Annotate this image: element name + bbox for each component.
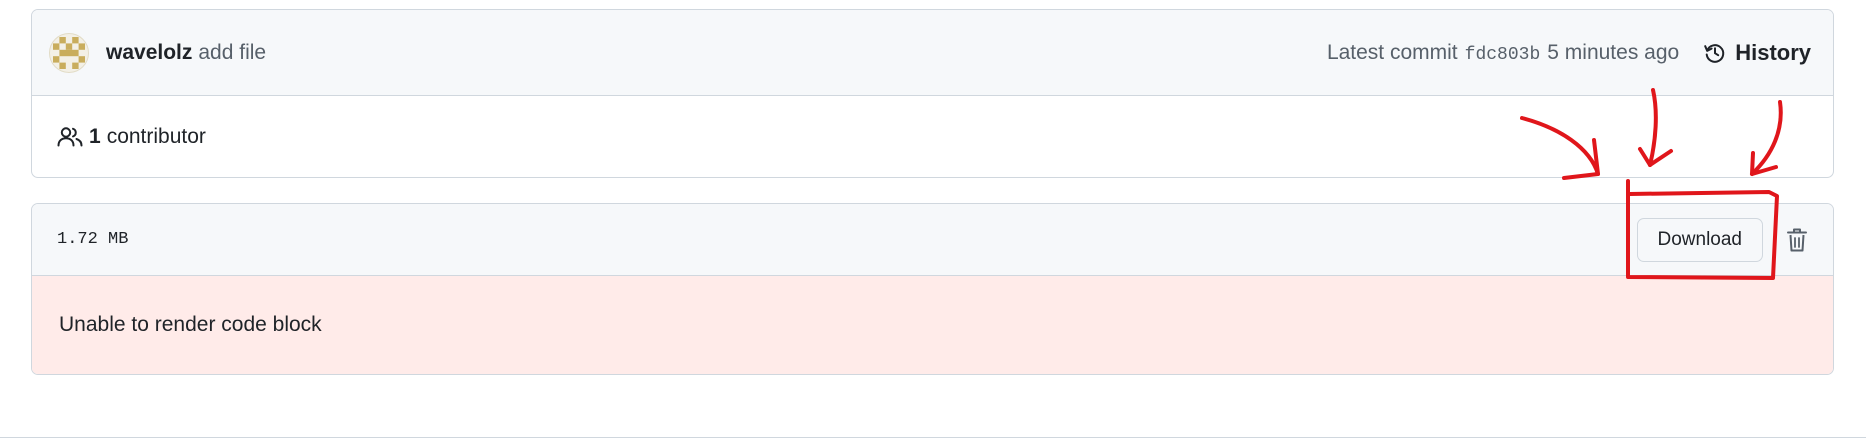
- history-icon: [1704, 43, 1725, 63]
- page: wavelolz add file Latest commit fdc803b …: [0, 0, 1866, 440]
- render-error-message: Unable to render code block: [32, 276, 1833, 374]
- file-size: 1.72 MB: [57, 230, 129, 249]
- contributor-count: 1: [89, 125, 101, 148]
- file-header: 1.72 MB Download: [32, 204, 1833, 276]
- history-link[interactable]: History: [1703, 40, 1811, 66]
- avatar[interactable]: [49, 32, 89, 73]
- contributors-row[interactable]: 1 contributor: [32, 96, 1833, 177]
- file-viewer: 1.72 MB Download Unable to render code b…: [31, 203, 1834, 375]
- commit-meta: Latest commit fdc803b 5 minutes ago: [1327, 41, 1679, 65]
- latest-commit-label: Latest commit: [1326, 40, 1458, 64]
- trash-icon: [1787, 228, 1807, 251]
- contributor-label: contributor: [106, 125, 206, 148]
- render-error-text: Unable to render code block: [59, 313, 322, 336]
- commit-header: wavelolz add file Latest commit fdc803b …: [32, 10, 1833, 96]
- history-label: History: [1735, 39, 1811, 65]
- commit-time: 5 minutes ago: [1547, 40, 1680, 64]
- latest-commit-box: wavelolz add file Latest commit fdc803b …: [31, 9, 1834, 178]
- delete-file-button[interactable]: [1783, 224, 1811, 256]
- commit-author-link[interactable]: wavelolz: [106, 41, 192, 65]
- people-icon: [57, 127, 83, 147]
- commit-message-link[interactable]: add file: [198, 41, 266, 65]
- avatar-identicon: [53, 36, 85, 69]
- commit-sha-link[interactable]: fdc803b: [1465, 45, 1541, 65]
- download-button[interactable]: Download: [1636, 217, 1763, 262]
- divider: [0, 437, 1866, 438]
